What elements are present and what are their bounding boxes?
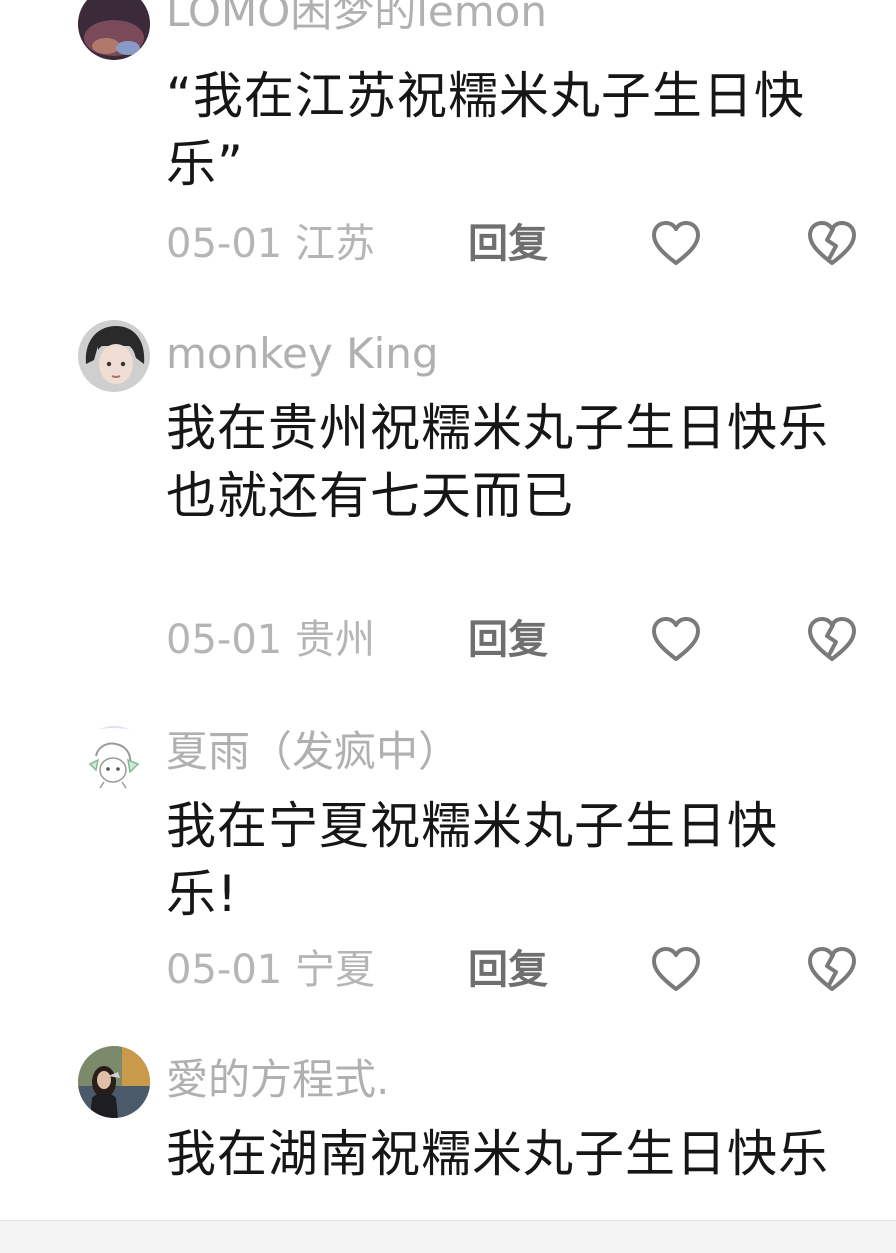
comment-text: 我在宁夏祝糯米丸子生日快乐!: [166, 797, 778, 923]
heart-outline-icon[interactable]: [650, 944, 702, 996]
comment-text: 我在贵州祝糯米丸子生日快乐 也就还有七天而已: [166, 399, 829, 525]
avatar[interactable]: [78, 726, 150, 798]
comment-meta: 05-01 江苏 回复: [166, 216, 866, 272]
reply-button[interactable]: 回复: [468, 612, 548, 668]
heart-outline-icon[interactable]: [650, 218, 702, 270]
heart-outline-icon[interactable]: [650, 614, 702, 666]
reply-button[interactable]: 回复: [468, 216, 548, 272]
avatar[interactable]: [78, 0, 150, 60]
reply-button[interactable]: 回复: [468, 942, 548, 998]
comment-item: 愛的方程式. 我在湖南祝糯米丸子生日快乐: [0, 1044, 896, 1220]
comment-date-location: 05-01 宁夏: [166, 947, 375, 993]
comment-username[interactable]: LOMO困梦的lemon: [166, 0, 547, 38]
comment-list: LOMO困梦的lemon “我在江苏祝糯米丸子生日快乐” 05-01 江苏 回复: [0, 0, 896, 1220]
comment-meta: 05-01 宁夏 回复: [166, 942, 866, 998]
comment-username[interactable]: monkey King: [166, 328, 439, 380]
comment-item: LOMO困梦的lemon “我在江苏祝糯米丸子生日快乐” 05-01 江苏 回复: [0, 0, 896, 300]
comment-username[interactable]: 愛的方程式.: [166, 1054, 389, 1106]
comment-item: monkey King 我在贵州祝糯米丸子生日快乐 也就还有七天而已 05-01…: [0, 318, 896, 698]
comment-username[interactable]: 夏雨（发疯中）: [166, 726, 460, 778]
comment-meta: 05-01 贵州 回复: [166, 612, 866, 668]
bottom-input-bar[interactable]: [0, 1220, 896, 1253]
comment-item: 夏雨（发疯中） 我在宁夏祝糯米丸子生日快乐! 05-01 宁夏 回复: [0, 716, 896, 1026]
avatar[interactable]: [78, 1046, 150, 1118]
broken-heart-icon[interactable]: [806, 614, 858, 666]
comment-text: 我在湖南祝糯米丸子生日快乐: [166, 1125, 829, 1183]
comment-date-location: 05-01 江苏: [166, 221, 375, 267]
comment-date-location: 05-01 贵州: [166, 617, 375, 663]
broken-heart-icon[interactable]: [806, 218, 858, 270]
broken-heart-icon[interactable]: [806, 944, 858, 996]
avatar[interactable]: [78, 320, 150, 392]
comment-text: “我在江苏祝糯米丸子生日快乐”: [166, 67, 805, 193]
